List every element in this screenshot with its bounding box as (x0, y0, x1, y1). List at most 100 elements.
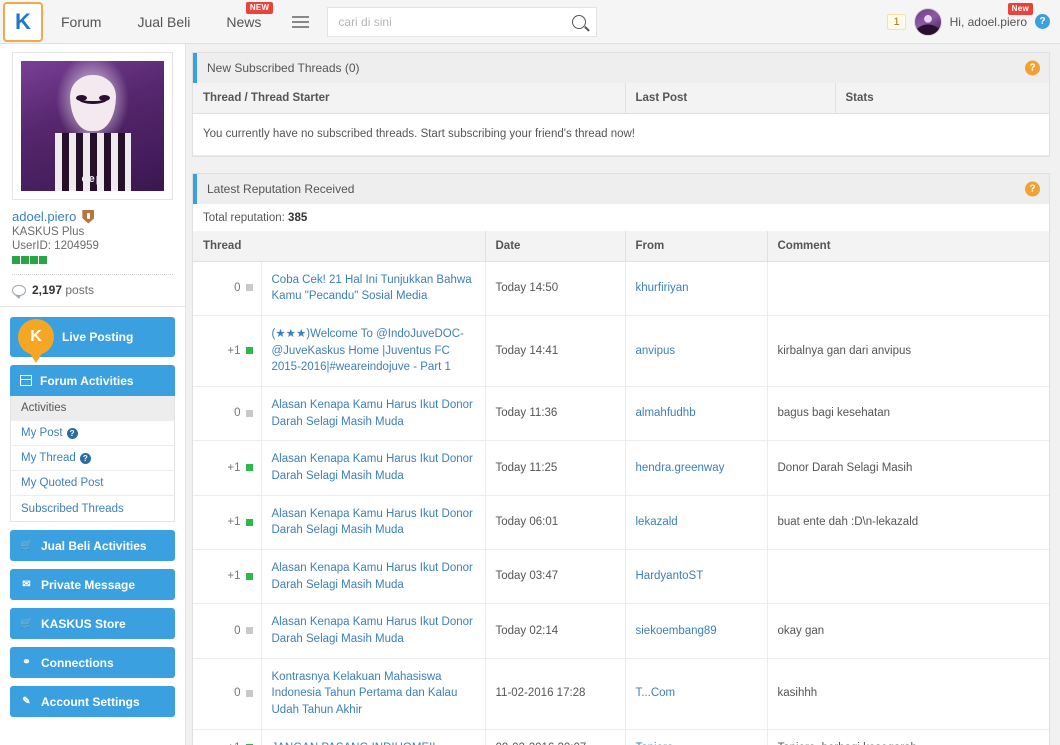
subscribed-threads-table: Thread / Thread Starter Last Post Stats … (193, 83, 1049, 156)
sidebar-item-account-settings[interactable]: ✎ Account Settings (10, 686, 175, 717)
thread-cell: Alasan Kenapa Kamu Harus Ikut Donor Dara… (261, 549, 486, 605)
user-greeting[interactable]: Hi, adoel.piero New (950, 2, 1033, 29)
submenu-label: Subscribed Threads (21, 502, 124, 515)
total-reputation-value: 385 (288, 211, 308, 224)
logo-k-icon: K (15, 8, 31, 34)
help-icon[interactable]: ? (1025, 181, 1040, 197)
thread-link[interactable]: Alasan Kenapa Kamu Harus Ikut Donor Dara… (272, 616, 473, 645)
button-label: KASKUS Store (41, 616, 126, 631)
from-cell: hendra.greenway (625, 440, 768, 496)
profile-photo: eep (21, 61, 164, 191)
help-icon[interactable]: ? (1035, 14, 1050, 29)
help-icon[interactable]: ? (66, 427, 78, 439)
reputation-indicator-icon (245, 347, 253, 355)
sidebar-item-private-message[interactable]: ✉ Private Message (10, 569, 175, 600)
reputation-value: +1 (227, 516, 241, 529)
connections-icon: ⚭ (22, 657, 31, 668)
help-icon[interactable]: ? (79, 452, 91, 464)
column-header-thread-starter[interactable]: Thread / Thread Starter (193, 83, 626, 114)
thread-link[interactable]: Alasan Kenapa Kamu Harus Ikut Donor Dara… (272, 562, 473, 591)
sidebar-item-forum-activities[interactable]: Forum Activities (10, 365, 175, 396)
grid-icon (20, 375, 32, 386)
column-header-from[interactable]: From (625, 230, 768, 262)
column-header-thread[interactable]: Thread (193, 230, 486, 262)
sidebar-item-my-post[interactable]: My Post ? (11, 421, 174, 446)
sidebar-item-kaskus-store[interactable]: 🛒 KASKUS Store (10, 608, 175, 639)
user-link[interactable]: anvipus (636, 345, 676, 357)
sidebar-item-live-posting[interactable]: K Live Posting (10, 317, 175, 357)
hamburger-bar (291, 20, 309, 23)
kaskus-logo[interactable]: K (3, 1, 43, 42)
submenu-label: My Thread (21, 452, 76, 464)
thread-link[interactable]: (★★★)Welcome To @IndoJuveDOC-@JuveKaskus… (272, 328, 464, 373)
nav-item-forum[interactable]: Forum (43, 0, 119, 44)
user-link[interactable]: hendra.greenway (636, 462, 725, 474)
profile-avatar-card[interactable]: eep (12, 52, 173, 200)
comment-cell: kirbalnya gan dari anvipus (767, 315, 1049, 388)
reputation-value: +1 (227, 570, 241, 583)
search-box[interactable] (327, 6, 598, 37)
posts-count-row: 2,197 posts (12, 274, 173, 306)
page-body: eep adoel.piero KASKUS Plus UserID: 1204… (0, 44, 1060, 745)
user-link[interactable]: T...Com (636, 687, 676, 699)
forum-activities-submenu: Activities My Post ? My Thread ? My Quot… (10, 396, 175, 522)
thread-cell: (★★★)Welcome To @IndoJuveDOC-@JuveKaskus… (261, 315, 486, 388)
profile-username[interactable]: adoel.piero (12, 209, 76, 224)
submenu-label: Activities (21, 402, 67, 414)
sidebar-item-my-quoted-post[interactable]: My Quoted Post (11, 471, 174, 496)
help-icon[interactable]: ? (1025, 60, 1040, 76)
reputation-indicator-icon (245, 284, 253, 292)
from-cell: Tapiero (625, 729, 768, 745)
user-link[interactable]: khurfiriyan (636, 282, 689, 294)
nav-item-jual-beli[interactable]: Jual Beli (119, 0, 208, 44)
userid-label: UserID: 1204959 (12, 240, 99, 252)
top-navigation-bar: K Forum Jual Beli News NEW 1 Hi, adoel.p… (0, 0, 1060, 44)
search-icon[interactable] (572, 14, 587, 29)
main-content: New Subscribed Threads (0) ? Thread / Th… (186, 44, 1060, 745)
date-cell: Today 03:47 (485, 549, 626, 605)
user-link[interactable]: HardyantoST (636, 570, 704, 582)
reputation-value: +1 (227, 344, 241, 357)
comment-cell: okay gan (767, 603, 1049, 659)
nav-item-news[interactable]: News NEW (208, 0, 279, 44)
user-link[interactable]: lekazald (636, 516, 678, 528)
from-cell: siekoembang89 (625, 603, 768, 659)
top-right-area: 1 Hi, adoel.piero New ? (887, 2, 1060, 36)
thread-link[interactable]: Alasan Kenapa Kamu Harus Ikut Donor Dara… (272, 399, 473, 428)
column-header-comment[interactable]: Comment (767, 230, 1049, 262)
table-row: +1 Alasan Kenapa Kamu Harus Ikut Donor Da… (193, 549, 1049, 605)
thread-link[interactable]: Coba Cek! 21 Hal Ini Tunjukkan Bahwa Kam… (272, 274, 472, 303)
reputation-indicator-icon (245, 409, 253, 417)
date-cell: Today 14:41 (485, 315, 626, 388)
greeting-new-badge: New (1007, 2, 1033, 15)
hamburger-icon[interactable] (285, 0, 315, 44)
profile-username-row[interactable]: adoel.piero (12, 209, 173, 224)
button-label: Private Message (41, 577, 136, 592)
user-link[interactable]: siekoembang89 (636, 625, 717, 637)
sidebar-item-jual-beli-activities[interactable]: 🛒 Jual Beli Activities (10, 530, 175, 561)
sidebar-item-my-thread[interactable]: My Thread ? (11, 446, 174, 471)
search-input[interactable] (338, 14, 573, 29)
comment-bubble-icon (12, 284, 26, 299)
table-row: 0 Alasan Kenapa Kamu Harus Ikut Donor Dar… (193, 603, 1049, 659)
user-link[interactable]: almahfudhb (636, 407, 696, 419)
reputation-indicator-icon (245, 464, 253, 472)
reputation-table-body: 0 Coba Cek! 21 Hal Ini Tunjukkan Bahwa Ka… (193, 261, 1049, 745)
membership-label: KASKUS Plus (12, 226, 85, 238)
date-cell: Today 14:50 (485, 261, 626, 317)
table-row: +1 (★★★)Welcome To @IndoJuveDOC-@JuveKask… (193, 315, 1049, 388)
reputation-value: 0 (234, 624, 241, 637)
sidebar-item-connections[interactable]: ⚭ Connections (10, 647, 175, 678)
sidebar-item-activities[interactable]: Activities (11, 396, 174, 421)
column-header-date[interactable]: Date (485, 230, 626, 262)
column-header-stats[interactable]: Stats (835, 83, 1049, 114)
thread-link[interactable]: Kontrasnya Kelakuan Mahasiswa Indonesia … (272, 671, 458, 716)
avatar[interactable] (913, 7, 942, 36)
notification-count[interactable]: 1 (887, 13, 906, 30)
comment-cell: Donor Darah Selagi Masih (767, 440, 1049, 496)
thread-link[interactable]: Alasan Kenapa Kamu Harus Ikut Donor Dara… (272, 508, 473, 537)
column-header-last-post[interactable]: Last Post (625, 83, 836, 114)
button-label: Connections (41, 655, 114, 670)
thread-link[interactable]: Alasan Kenapa Kamu Harus Ikut Donor Dara… (272, 453, 473, 482)
sidebar-item-subscribed-threads[interactable]: Subscribed Threads (11, 496, 174, 521)
